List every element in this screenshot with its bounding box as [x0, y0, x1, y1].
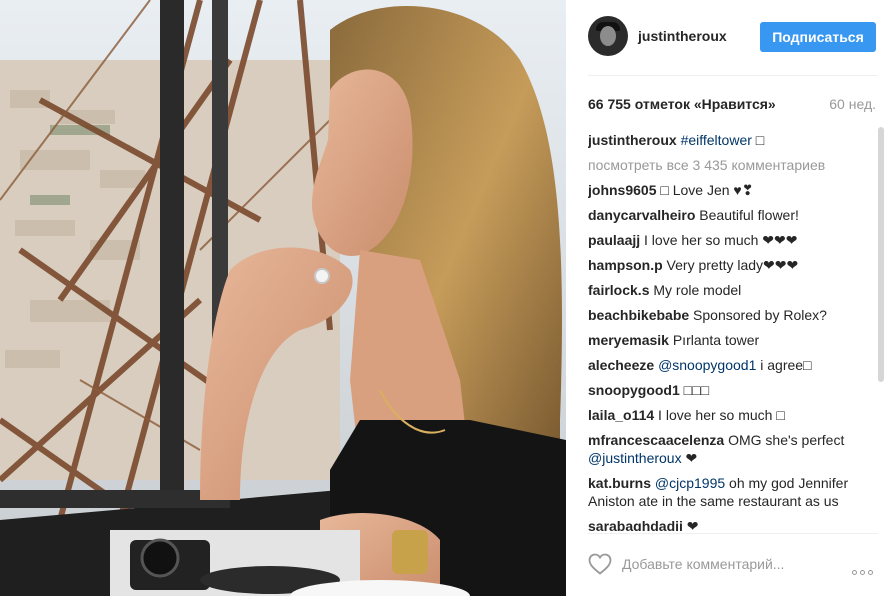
comment-row: kat.burns @cjcp1995 oh my god Jennifer A…	[588, 474, 882, 510]
comment-text: Beautiful flower!	[695, 207, 799, 223]
profile-avatar[interactable]	[588, 16, 628, 56]
comment-row: johns9605 □ Love Jen ♥❣	[588, 181, 882, 199]
more-dot-icon	[852, 570, 857, 575]
comment-text: □ Love Jen ♥❣	[656, 182, 754, 198]
comment-text: Very pretty lady❤❤❤	[662, 257, 799, 273]
header-username[interactable]: justintheroux	[638, 28, 727, 44]
comment-text: Sponsored by Rolex?	[689, 307, 827, 323]
comment-username[interactable]: kat.burns	[588, 475, 651, 491]
caption-hashtag[interactable]: #eiffeltower	[681, 132, 752, 148]
view-all-comments-link[interactable]: посмотреть все 3 435 комментариев	[588, 156, 882, 174]
comment-text-pre: OMG she's perfect	[724, 432, 845, 448]
photo-illustration	[0, 0, 566, 596]
comments-list[interactable]: justintheroux #eiffeltower □ посмотреть …	[588, 131, 882, 531]
comment-text: I love her so much □	[654, 407, 785, 423]
comment-text: □□□	[679, 382, 710, 398]
post-footer	[588, 550, 880, 580]
comment-text: Pırlanta tower	[668, 332, 760, 348]
avatar-face	[600, 26, 616, 46]
comment-username[interactable]: fairlock.s	[588, 282, 649, 298]
comment-text: I love her so much ❤❤❤	[640, 232, 798, 248]
more-options-icon[interactable]	[852, 562, 878, 575]
post-details-panel: justintheroux Подписаться 66 755 отметок…	[566, 0, 886, 596]
comment-text: ❤	[681, 450, 698, 466]
caption-text: □	[751, 132, 765, 148]
comment-username[interactable]: danycarvalheiro	[588, 207, 695, 223]
comment-username[interactable]: snoopygood1	[588, 382, 680, 398]
comment-row: sarabaghdadii ❤	[588, 517, 882, 531]
post-time-ago[interactable]: 60 нед.	[829, 96, 876, 112]
comment-username[interactable]: meryemasik	[588, 332, 669, 348]
comment-username[interactable]: sarabaghdadii	[588, 518, 683, 531]
comment-mention[interactable]: @justintheroux	[588, 450, 682, 466]
comment-row: paulaajj I love her so much ❤❤❤	[588, 231, 882, 249]
comment-row: beachbikebabe Sponsored by Rolex?	[588, 306, 882, 324]
footer-divider	[588, 533, 878, 534]
post-stats: 66 755 отметок «Нравится» 60 нед.	[588, 96, 878, 116]
comment-mention[interactable]: @cjcp1995	[655, 475, 725, 491]
comment-username[interactable]: paulaajj	[588, 232, 640, 248]
heart-outline-icon[interactable]	[588, 553, 612, 575]
comment-text: My role model	[649, 282, 742, 298]
likes-count[interactable]: 66 755 отметок «Нравится»	[588, 96, 776, 112]
comment-text: i agree□	[756, 357, 812, 373]
more-dot-icon	[868, 570, 873, 575]
comment-row: meryemasik Pırlanta tower	[588, 331, 882, 349]
comment-mention[interactable]: @snoopygood1	[658, 357, 756, 373]
comment-username[interactable]: hampson.p	[588, 257, 663, 273]
comment-row: mfrancescaacelenza OMG she's perfect @ju…	[588, 431, 882, 467]
comment-row: danycarvalheiro Beautiful flower!	[588, 206, 882, 224]
add-comment-input[interactable]	[622, 552, 822, 576]
comment-row: snoopygood1 □□□	[588, 381, 882, 399]
comment-row: fairlock.s My role model	[588, 281, 882, 299]
comment-username[interactable]: johns9605	[588, 182, 656, 198]
comment-username[interactable]: alecheeze	[588, 357, 654, 373]
comment-username[interactable]: laila_o114	[588, 407, 654, 423]
comment-text: ❤	[682, 518, 699, 531]
caption-username[interactable]: justintheroux	[588, 132, 677, 148]
post-photo[interactable]	[0, 0, 566, 596]
comments-scrollbar[interactable]	[878, 127, 884, 382]
follow-button[interactable]: Подписаться	[760, 22, 876, 52]
comment-row: alecheeze @snoopygood1 i agree□	[588, 356, 882, 374]
post-header: justintheroux Подписаться	[588, 14, 878, 60]
more-dot-icon	[860, 570, 865, 575]
header-divider	[588, 75, 878, 76]
comment-items: johns9605 □ Love Jen ♥❣ danycarvalheiro B…	[588, 181, 882, 531]
comment-row: hampson.p Very pretty lady❤❤❤	[588, 256, 882, 274]
comment-row: laila_o114 I love her so much □	[588, 406, 882, 424]
comment-username[interactable]: mfrancescaacelenza	[588, 432, 724, 448]
comment-username[interactable]: beachbikebabe	[588, 307, 689, 323]
caption: justintheroux #eiffeltower □	[588, 131, 882, 149]
